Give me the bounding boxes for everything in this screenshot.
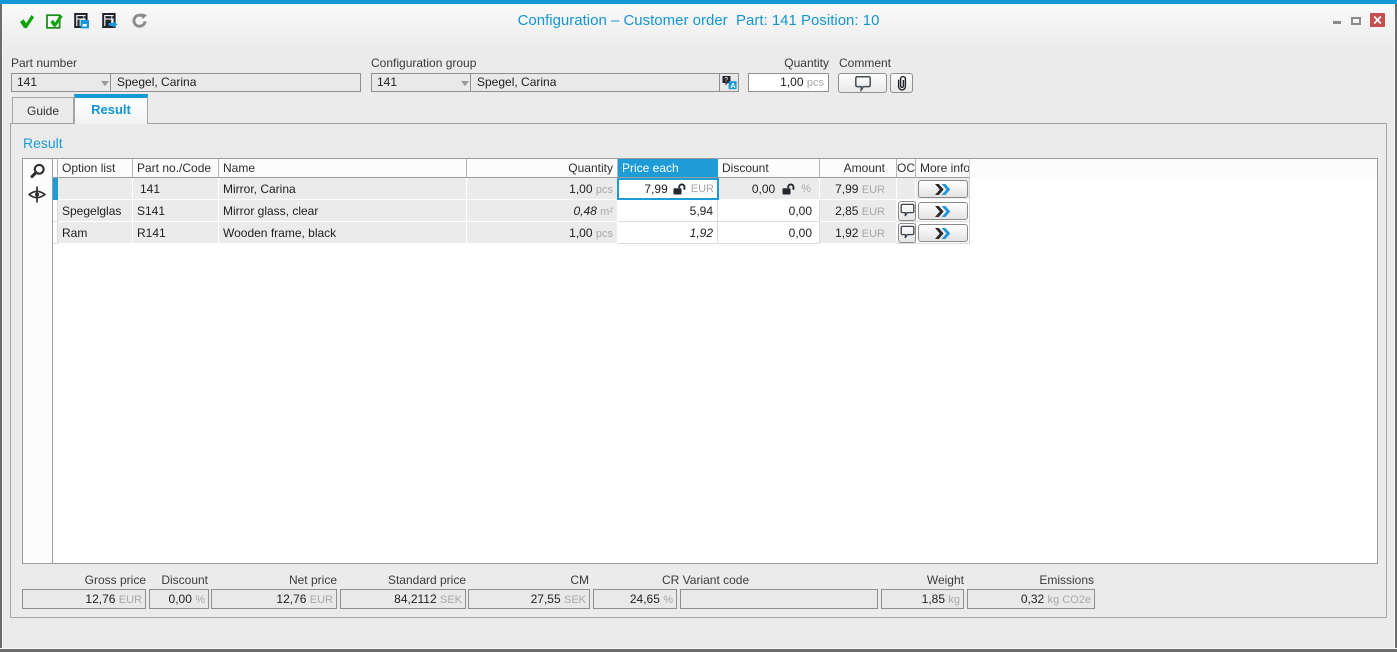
svg-text:A: A [730, 81, 736, 90]
svg-text:?: ? [724, 77, 728, 84]
